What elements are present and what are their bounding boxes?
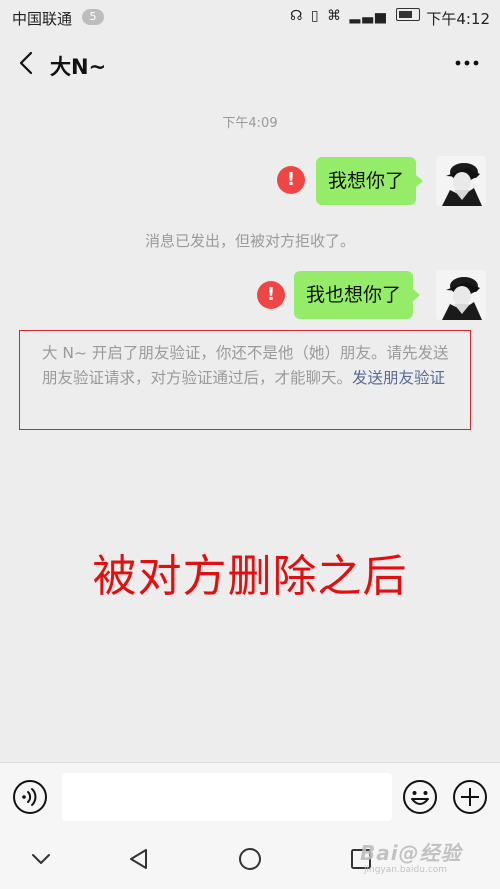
message-input[interactable] xyxy=(62,773,392,821)
chat-header: 大N~ xyxy=(0,36,500,92)
message-bubble[interactable]: 我也想你了 xyxy=(294,271,421,319)
sim-badge: 5 xyxy=(82,9,104,25)
home-circle-icon[interactable] xyxy=(237,846,263,872)
input-bar xyxy=(0,762,500,831)
wifi-icon: ⌘ xyxy=(327,8,344,24)
verify-notice: 大 N~ 开启了朋友验证，你还不是他（她）朋友。请先发送朋友验证请求，对方验证通… xyxy=(42,341,462,391)
signal-icon: ▂▃▅ xyxy=(349,8,388,24)
verify-notice-highlight: 大 N~ 开启了朋友验证，你还不是他（她）朋友。请先发送朋友验证请求，对方验证通… xyxy=(19,330,471,430)
chat-title: 大N~ xyxy=(50,55,107,79)
status-time: 下午4:12 xyxy=(426,10,490,28)
watermark-logo: Bai@经验 xyxy=(360,841,462,865)
avatar[interactable] xyxy=(436,270,486,320)
chevron-left-icon[interactable] xyxy=(14,48,38,78)
watermark-url: jingyan.baidu.com xyxy=(364,865,448,875)
avatar[interactable] xyxy=(436,156,486,206)
carrier-label: 中国联通 xyxy=(12,10,73,28)
headphone-icon: ☊ xyxy=(290,8,305,24)
plus-icon[interactable] xyxy=(452,779,488,815)
vibrate-icon: ▯ xyxy=(310,8,321,24)
baidu-jingyan-watermark: Bai@经验 jingyan.baidu.com xyxy=(360,829,490,881)
rejected-notice: 消息已发出，但被对方拒收了。 xyxy=(144,232,355,250)
annotation-caption: 被对方删除之后 xyxy=(92,551,408,602)
message-bubble[interactable]: 我想你了 xyxy=(316,157,424,205)
chevron-down-icon[interactable] xyxy=(28,846,54,872)
send-verification-link[interactable]: 发送朋友验证 xyxy=(352,369,445,387)
voice-icon[interactable] xyxy=(12,779,48,815)
emoji-icon[interactable] xyxy=(402,779,438,815)
user-avatar-icon xyxy=(436,270,486,320)
user-avatar-icon xyxy=(436,156,486,206)
battery-icon xyxy=(396,8,421,21)
back-triangle-icon[interactable] xyxy=(126,846,152,872)
send-failed-icon[interactable]: ! xyxy=(257,281,285,309)
more-dots-icon[interactable] xyxy=(452,48,482,78)
send-failed-icon[interactable]: ! xyxy=(277,166,305,194)
status-icons: ☊ ▯ ⌘ ▂▃▅ xyxy=(290,8,421,24)
message-time-label: 下午4:09 xyxy=(222,116,278,131)
status-bar: 中国联通 5 ☊ ▯ ⌘ ▂▃▅ 下午4:12 xyxy=(0,0,500,34)
